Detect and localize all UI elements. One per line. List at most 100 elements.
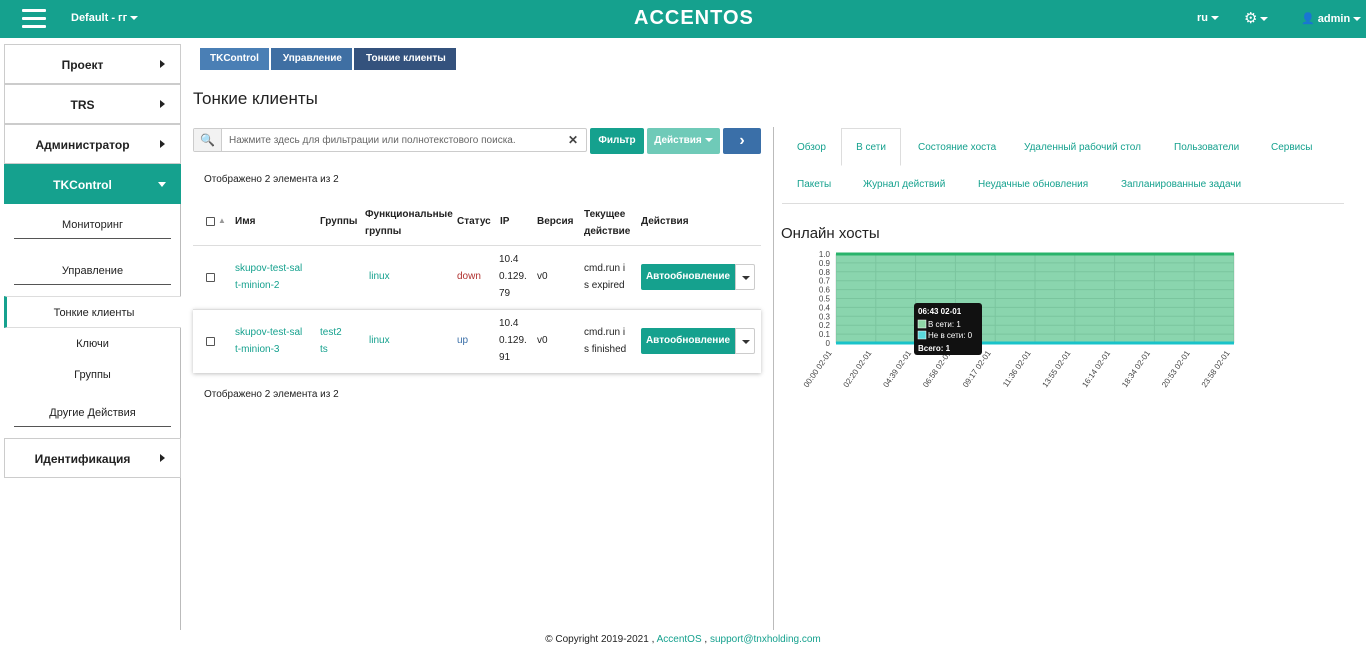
divider: [773, 127, 774, 630]
x-tick-label: 16:14 02-01: [1080, 349, 1112, 390]
version-cell: v0: [537, 335, 548, 346]
sidebar-item-tkcontrol[interactable]: TKControl: [4, 164, 181, 204]
tab-online[interactable]: В сети: [841, 128, 901, 166]
breadcrumb-item[interactable]: Управление: [270, 48, 352, 70]
version-cell: v0: [537, 271, 548, 282]
column-header[interactable]: Группы: [320, 213, 357, 230]
accentos-link[interactable]: AccentOS: [657, 634, 702, 645]
y-tick-label: 0.2: [819, 321, 831, 330]
column-header[interactable]: Функциональные группы: [365, 206, 455, 240]
settings-menu[interactable]: ⚙: [1244, 9, 1269, 27]
sidebar-sub-monitoring[interactable]: Мониторинг: [14, 219, 171, 239]
sidebar-sub-other[interactable]: Другие Действия: [14, 407, 171, 427]
autoupdate-button[interactable]: Автообновление: [641, 328, 735, 354]
project-name: Default - гг: [71, 12, 128, 24]
count-text: Отображено 2 элемента из 2: [204, 174, 339, 185]
chevron-down-icon: [130, 16, 139, 21]
go-button[interactable]: ›: [723, 128, 761, 154]
sidebar-item-identity[interactable]: Идентификация: [4, 438, 181, 478]
sidebar-sub-management[interactable]: Управление: [14, 265, 171, 285]
row-checkbox[interactable]: [206, 273, 215, 282]
chevron-right-icon: [160, 100, 165, 108]
copyright-text: © Copyright 2019-2021 ,: [545, 634, 655, 645]
chevron-right-icon: [160, 60, 165, 68]
project-selector[interactable]: Default - гг: [71, 12, 139, 24]
tab-scheduled-tasks[interactable]: Запланированные задачи: [1121, 179, 1241, 190]
tab-action-log[interactable]: Журнал действий: [863, 179, 945, 190]
tooltip-title: 06:43 02-01: [918, 307, 962, 316]
row-checkbox[interactable]: [206, 337, 215, 346]
row-actions-dropdown[interactable]: [735, 328, 755, 354]
status-badge: up: [457, 335, 469, 346]
row-actions-dropdown[interactable]: [735, 264, 755, 290]
tooltip-total: Всего: 1: [918, 344, 951, 353]
column-header[interactable]: Текущее действие: [584, 206, 634, 240]
column-header[interactable]: IP: [500, 213, 509, 230]
sidebar-item-project[interactable]: Проект: [4, 44, 181, 84]
y-tick-label: 0.5: [819, 295, 831, 304]
language-selector[interactable]: ru: [1197, 12, 1219, 24]
func-group-link[interactable]: linux: [369, 332, 390, 349]
page-title: Тонкие клиенты: [193, 89, 318, 108]
ip-cell: 10.4 0.129. 79: [499, 254, 527, 299]
breadcrumb-item: Тонкие клиенты: [354, 48, 456, 70]
search-input[interactable]: 🔍 Нажмите здесь для фильтрации или полно…: [193, 128, 587, 152]
chevron-down-icon: [704, 138, 713, 143]
search-icon: 🔍: [194, 129, 222, 151]
user-name: admin: [1317, 13, 1351, 25]
sidebar-sub-keys[interactable]: Ключи: [4, 338, 181, 350]
breadcrumb-item[interactable]: TKControl: [200, 48, 269, 70]
actions-button[interactable]: Действия: [647, 128, 720, 154]
tab-failed-updates[interactable]: Неудачные обновления: [978, 179, 1088, 190]
sidebar-item-trs[interactable]: TRS: [4, 84, 181, 124]
client-name-link[interactable]: skupov-test-sal t-minion-2: [235, 260, 302, 294]
select-all-checkbox[interactable]: [206, 217, 215, 226]
support-email-link[interactable]: support@tnxholding.com: [710, 634, 821, 645]
sidebar-sub-thin-clients[interactable]: Тонкие клиенты: [4, 296, 181, 328]
autoupdate-button[interactable]: Автообновление: [641, 264, 735, 290]
y-tick-label: 0.7: [819, 277, 831, 286]
sidebar-sub-groups[interactable]: Группы: [4, 369, 181, 381]
online-hosts-chart: 1.00.90.80.70.60.50.40.30.20.1000:00 02-…: [802, 250, 1235, 390]
y-tick-label: 0.8: [819, 268, 831, 277]
current-action-cell: cmd.run is expired: [584, 263, 626, 291]
tooltip-offline: Не в сети: 0: [928, 331, 973, 340]
tab-remote-desktop[interactable]: Удаленный рабочий стол: [1024, 142, 1141, 153]
hamburger-icon[interactable]: [22, 9, 46, 29]
y-tick-label: 1.0: [819, 250, 831, 259]
user-icon: 👤: [1301, 13, 1315, 25]
logo: ACCENTOS: [634, 7, 754, 29]
x-tick-label: 02:20 02-01: [842, 349, 874, 390]
func-group-link[interactable]: linux: [369, 268, 390, 285]
chevron-right-icon: [160, 140, 165, 148]
sidebar-item-admin[interactable]: Администратор: [4, 124, 181, 164]
tab-packages[interactable]: Пакеты: [797, 179, 831, 190]
chevron-down-icon: [1260, 17, 1269, 22]
sidebar: Проект TRS Администратор TKControl Монит…: [4, 44, 181, 630]
sidebar-item-label: TKControl: [53, 178, 112, 192]
sort-icon[interactable]: ▲: [218, 212, 226, 229]
tab-users[interactable]: Пользователи: [1174, 142, 1239, 153]
column-header[interactable]: Версия: [537, 213, 573, 230]
column-header[interactable]: Имя: [235, 213, 255, 230]
tab-host-state[interactable]: Состояние хоста: [918, 142, 996, 153]
gear-icon: ⚙: [1244, 10, 1258, 27]
chevron-right-icon: [160, 454, 165, 462]
tab-overview[interactable]: Обзор: [797, 142, 826, 153]
tab-services[interactable]: Сервисы: [1271, 142, 1312, 153]
top-navbar: Default - гг ACCENTOS ru ⚙ 👤 admin: [0, 0, 1366, 38]
close-icon[interactable]: ✕: [568, 133, 578, 147]
groups-link[interactable]: test2 ts: [320, 324, 342, 358]
column-header[interactable]: Статус: [457, 213, 491, 230]
client-name-link[interactable]: skupov-test-sal t-minion-3: [235, 324, 302, 358]
sidebar-item-label: Идентификация: [34, 452, 131, 466]
filter-button[interactable]: Фильтр: [590, 128, 644, 154]
status-badge: down: [457, 271, 481, 282]
breadcrumb: TKControl Управление Тонкие клиенты: [200, 48, 458, 70]
actions-label: Действия: [654, 135, 702, 146]
sidebar-item-label: Администратор: [35, 138, 130, 152]
footer-separator: ,: [704, 634, 708, 645]
tooltip-swatch-offline: [917, 330, 927, 340]
user-menu[interactable]: 👤 admin: [1301, 12, 1362, 25]
search-placeholder: Нажмите здесь для фильтрации или полноте…: [229, 135, 516, 146]
